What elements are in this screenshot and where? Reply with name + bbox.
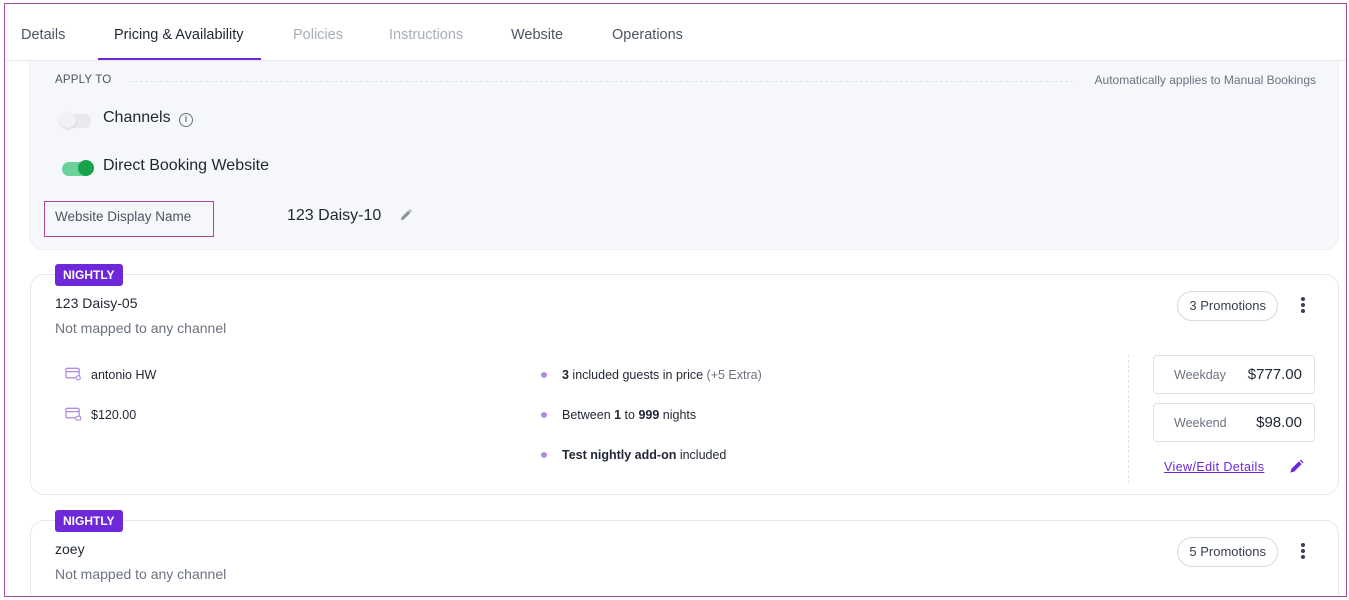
- info-icon[interactable]: i: [179, 113, 193, 127]
- included-guests-text: 3 included guests in price (+5 Extra): [562, 368, 762, 382]
- apply-to-panel: APPLY TO Automatically applies to Manual…: [29, 61, 1339, 250]
- apply-to-heading: APPLY TO: [55, 74, 112, 86]
- tab-bar: Details Pricing & Availability Policies …: [5, 4, 1346, 61]
- rate-title: zoey: [55, 541, 85, 557]
- channel-mapping-status: Not mapped to any channel: [55, 320, 227, 336]
- bullet-dot: [541, 412, 547, 418]
- rate-deposit: $120.00: [91, 408, 137, 422]
- tab-pricing-availability[interactable]: Pricing & Availability: [114, 27, 244, 43]
- bullet-dot: [541, 372, 547, 378]
- credit-card-lock-icon: [65, 407, 82, 421]
- app-frame: Details Pricing & Availability Policies …: [4, 3, 1347, 597]
- promotions-button[interactable]: 3 Promotions: [1177, 291, 1278, 321]
- weekday-label: Weekday: [1174, 368, 1226, 382]
- edit-pencil-icon[interactable]: [399, 208, 413, 222]
- divider: [130, 81, 1073, 82]
- channel-mapping-status: Not mapped to any channel: [55, 566, 227, 582]
- channels-toggle[interactable]: [60, 112, 91, 128]
- direct-booking-toggle[interactable]: [62, 160, 94, 176]
- manual-bookings-note: Automatically applies to Manual Bookings: [1094, 73, 1316, 87]
- tab-website[interactable]: Website: [511, 27, 563, 43]
- weekday-price: Weekday $777.00: [1153, 355, 1315, 394]
- credit-card-user-icon: [65, 367, 81, 381]
- rate-owner: antonio HW: [91, 368, 157, 382]
- view-edit-details-link[interactable]: View/Edit Details: [1164, 460, 1264, 474]
- nights-range-text: Between 1 to 999 nights: [562, 408, 697, 422]
- channels-label: Channels: [103, 109, 171, 126]
- website-display-name-value: 123 Daisy-10: [287, 207, 382, 224]
- active-tab-indicator: [98, 58, 261, 60]
- weekend-price: Weekend $98.00: [1153, 403, 1315, 442]
- edit-pencil-icon[interactable]: [1289, 459, 1304, 474]
- toggle-knob: [78, 160, 94, 176]
- weekend-value: $98.00: [1256, 414, 1302, 431]
- rate-card: zoey Not mapped to any channel 5 Promoti…: [30, 520, 1339, 596]
- tab-details[interactable]: Details: [21, 27, 65, 43]
- rate-type-badge: NIGHTLY: [55, 264, 123, 286]
- vertical-divider: [1128, 355, 1129, 483]
- bullet-dot: [541, 452, 547, 458]
- promotions-button[interactable]: 5 Promotions: [1177, 537, 1278, 567]
- weekend-label: Weekend: [1174, 416, 1227, 430]
- website-display-name-label: Website Display Name: [44, 201, 214, 237]
- rate-type-badge: NIGHTLY: [55, 510, 123, 532]
- rate-title: 123 Daisy-05: [55, 295, 138, 311]
- toggle-knob: [60, 112, 76, 128]
- weekday-value: $777.00: [1247, 366, 1302, 383]
- addon-text: Test nightly add-on included: [562, 448, 727, 462]
- more-options-icon[interactable]: [1298, 543, 1308, 561]
- tab-policies[interactable]: Policies: [293, 27, 343, 43]
- more-options-icon[interactable]: [1298, 297, 1308, 315]
- rate-card: 123 Daisy-05 Not mapped to any channel 3…: [30, 274, 1339, 495]
- direct-booking-label: Direct Booking Website: [103, 157, 269, 174]
- tab-operations[interactable]: Operations: [612, 27, 683, 43]
- tab-instructions[interactable]: Instructions: [389, 27, 463, 43]
